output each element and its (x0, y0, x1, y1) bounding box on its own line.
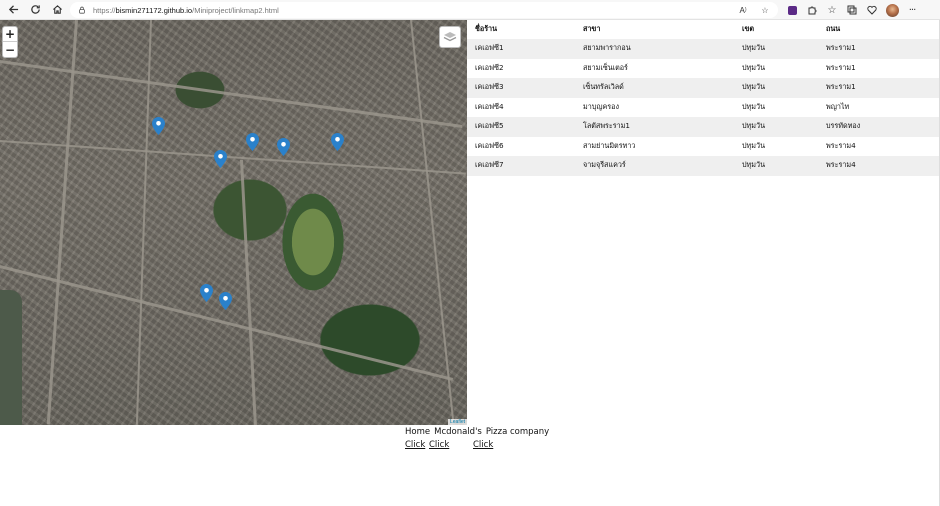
url-path: /Miniproject/linkmap2.html (192, 5, 279, 15)
table-cell: พระราม1 (826, 62, 856, 72)
pizza-company-link[interactable]: Click (473, 440, 493, 450)
favorites-icon[interactable]: ☆ (822, 0, 842, 20)
map-marker-icon[interactable] (331, 133, 344, 151)
home-icon[interactable] (46, 0, 68, 20)
table-cell: พระราม4 (818, 156, 939, 176)
map-attribution[interactable]: Leaflet (447, 419, 467, 425)
table-cell: สามย่านมิตรทาว (583, 140, 636, 150)
home-link[interactable]: Click (405, 440, 425, 450)
home-label: Home (405, 427, 431, 437)
heart-pulse-icon[interactable] (862, 0, 882, 20)
mcdonalds-label: Mcdonald's (434, 427, 482, 437)
table-cell: บรรทัดทอง (818, 117, 939, 137)
table-cell: ปทุมวัน (742, 62, 765, 72)
extension-icon[interactable] (782, 0, 802, 20)
more-menu-icon[interactable]: ··· (902, 0, 922, 20)
collections-icon[interactable] (842, 0, 862, 20)
footer-nav: Home Mcdonald's Pizza company Click Clic… (405, 427, 549, 452)
map-marker-icon[interactable] (214, 150, 227, 168)
table-cell: โลตัสพระราม1 (575, 117, 734, 137)
table-cell: ปทุมวัน (734, 39, 818, 59)
read-aloud-icon[interactable]: A) (738, 5, 748, 15)
table-cell: ปทุมวัน (734, 117, 818, 137)
table-row: เคเอฟซี7 จามจุรีสแควร์ ปทุมวัน พระราม4 (467, 156, 939, 176)
zoom-control: + − (2, 26, 18, 58)
table-row: เคเอฟซี2 สยามเซ็นเตอร์ ปทุมวัน พระราม1 (467, 59, 939, 79)
table-cell: พระราม4 (826, 140, 856, 150)
table-cell: เซ็นทรัลเวิลด์ (575, 78, 734, 98)
table-cell: เคเอฟซี1 (467, 39, 575, 59)
table-cell: สยามเซ็นเตอร์ (583, 62, 628, 72)
mcdonalds-link[interactable]: Click (429, 440, 449, 450)
table-cell: พระราม1 (818, 39, 939, 59)
profile-avatar[interactable] (882, 0, 902, 20)
favorite-add-icon[interactable]: ☆ (760, 5, 770, 15)
table-cell: จามจุรีสแควร์ (575, 156, 734, 176)
table-cell: เคเอฟซี6 (475, 140, 504, 150)
column-header: สาขา (583, 24, 601, 33)
refresh-icon[interactable] (24, 0, 46, 20)
table-row: เคเอฟซี6 สามย่านมิตรทาว ปทุมวัน พระราม4 (467, 137, 939, 157)
zoom-in-button[interactable]: + (3, 27, 17, 42)
table-row: เคเอฟซี4 มาบุญครอง ปทุมวัน พญาไท (467, 98, 939, 118)
table-cell: มาบุญครอง (583, 101, 619, 111)
table-cell: สยามพารากอน (575, 39, 734, 59)
back-icon[interactable] (2, 0, 24, 20)
table-cell: เคเอฟซี5 (467, 117, 575, 137)
table-cell: ปทุมวัน (742, 140, 765, 150)
map-marker-icon[interactable] (277, 138, 290, 156)
table-cell: ปทุมวัน (742, 101, 765, 111)
map-marker-icon[interactable] (219, 292, 232, 310)
table-cell: ปทุมวัน (734, 156, 818, 176)
url-host: bismin271172.github.io (115, 5, 193, 15)
table-row: เคเอฟซี1 สยามพารากอน ปทุมวัน พระราม1 (467, 39, 939, 59)
table-row: เคเอฟซี5 โลตัสพระราม1 ปทุมวัน บรรทัดทอง (467, 117, 939, 137)
map-marker-icon[interactable] (246, 133, 259, 151)
table-row: เคเอฟซี3 เซ็นทรัลเวิลด์ ปทุมวัน พระราม1 (467, 78, 939, 98)
column-header: ถนน (826, 24, 841, 33)
browser-toolbar: https://bismin271172.github.io/Miniproje… (0, 0, 940, 20)
lock-icon (79, 6, 85, 14)
branch-table: ชื่อร้าน สาขา เขต ถนน เคเอฟซี1 สยามพาราก… (467, 20, 939, 176)
pizza-company-label: Pizza company (485, 427, 550, 437)
table-cell: เคเอฟซี7 (467, 156, 575, 176)
zoom-out-button[interactable]: − (3, 42, 17, 57)
table-cell: เคเอฟซี2 (475, 62, 504, 72)
map-marker-icon[interactable] (200, 284, 213, 302)
puzzle-icon[interactable] (802, 0, 822, 20)
table-header-row: ชื่อร้าน สาขา เขต ถนน (467, 20, 939, 39)
column-header: เขต (742, 24, 755, 33)
table-cell: ปทุมวัน (734, 78, 818, 98)
table-cell: เคเอฟซี4 (475, 101, 504, 111)
table-cell: พระราม1 (818, 78, 939, 98)
table-cell: เคเอฟซี3 (467, 78, 575, 98)
table-cell: พญาไท (826, 101, 850, 111)
url-prefix: https:// (93, 5, 116, 15)
satellite-map[interactable]: + − Leaflet (0, 20, 467, 425)
column-header: ชื่อร้าน (475, 24, 498, 33)
layers-icon[interactable] (439, 26, 461, 48)
map-marker-icon[interactable] (152, 117, 165, 135)
address-bar[interactable]: https://bismin271172.github.io/Miniproje… (70, 2, 778, 18)
